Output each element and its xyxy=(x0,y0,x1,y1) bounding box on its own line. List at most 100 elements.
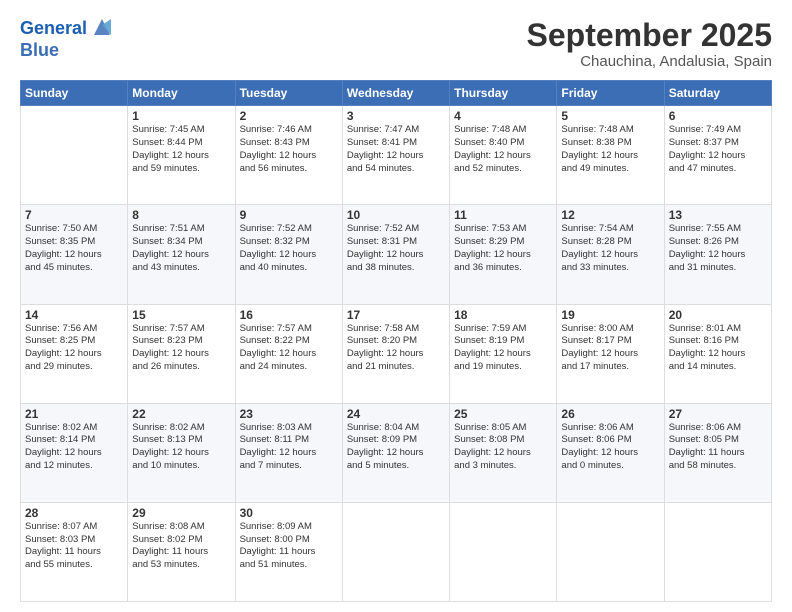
calendar-cell xyxy=(664,502,771,601)
calendar-cell: 2Sunrise: 7:46 AM Sunset: 8:43 PM Daylig… xyxy=(235,106,342,205)
day-info: Sunrise: 7:54 AM Sunset: 8:28 PM Dayligh… xyxy=(561,223,659,274)
weekday-header: Thursday xyxy=(450,81,557,106)
day-info: Sunrise: 8:01 AM Sunset: 8:16 PM Dayligh… xyxy=(669,323,767,374)
day-info: Sunrise: 7:57 AM Sunset: 8:22 PM Dayligh… xyxy=(240,323,338,374)
day-info: Sunrise: 8:02 AM Sunset: 8:14 PM Dayligh… xyxy=(25,422,123,473)
day-number: 6 xyxy=(669,109,767,123)
calendar-cell xyxy=(342,502,449,601)
calendar-cell xyxy=(557,502,664,601)
day-info: Sunrise: 8:07 AM Sunset: 8:03 PM Dayligh… xyxy=(25,521,123,572)
day-number: 13 xyxy=(669,208,767,222)
day-info: Sunrise: 7:59 AM Sunset: 8:19 PM Dayligh… xyxy=(454,323,552,374)
calendar-cell: 26Sunrise: 8:06 AM Sunset: 8:06 PM Dayli… xyxy=(557,403,664,502)
calendar-cell: 14Sunrise: 7:56 AM Sunset: 8:25 PM Dayli… xyxy=(21,304,128,403)
day-number: 28 xyxy=(25,506,123,520)
calendar-cell: 24Sunrise: 8:04 AM Sunset: 8:09 PM Dayli… xyxy=(342,403,449,502)
day-number: 21 xyxy=(25,407,123,421)
day-number: 10 xyxy=(347,208,445,222)
calendar-cell: 7Sunrise: 7:50 AM Sunset: 8:35 PM Daylig… xyxy=(21,205,128,304)
calendar-cell: 28Sunrise: 8:07 AM Sunset: 8:03 PM Dayli… xyxy=(21,502,128,601)
day-number: 29 xyxy=(132,506,230,520)
calendar-cell: 15Sunrise: 7:57 AM Sunset: 8:23 PM Dayli… xyxy=(128,304,235,403)
calendar-week-row: 7Sunrise: 7:50 AM Sunset: 8:35 PM Daylig… xyxy=(21,205,772,304)
weekday-header-row: SundayMondayTuesdayWednesdayThursdayFrid… xyxy=(21,81,772,106)
day-info: Sunrise: 7:51 AM Sunset: 8:34 PM Dayligh… xyxy=(132,223,230,274)
day-number: 24 xyxy=(347,407,445,421)
calendar-week-row: 21Sunrise: 8:02 AM Sunset: 8:14 PM Dayli… xyxy=(21,403,772,502)
weekday-header: Tuesday xyxy=(235,81,342,106)
day-info: Sunrise: 7:56 AM Sunset: 8:25 PM Dayligh… xyxy=(25,323,123,374)
logo-text1: General xyxy=(20,18,87,38)
logo-icon xyxy=(89,17,115,37)
day-number: 3 xyxy=(347,109,445,123)
calendar-cell: 5Sunrise: 7:48 AM Sunset: 8:38 PM Daylig… xyxy=(557,106,664,205)
day-number: 30 xyxy=(240,506,338,520)
day-info: Sunrise: 7:57 AM Sunset: 8:23 PM Dayligh… xyxy=(132,323,230,374)
day-number: 15 xyxy=(132,308,230,322)
day-number: 23 xyxy=(240,407,338,421)
calendar-cell: 12Sunrise: 7:54 AM Sunset: 8:28 PM Dayli… xyxy=(557,205,664,304)
day-info: Sunrise: 7:49 AM Sunset: 8:37 PM Dayligh… xyxy=(669,124,767,175)
day-info: Sunrise: 7:45 AM Sunset: 8:44 PM Dayligh… xyxy=(132,124,230,175)
calendar-cell: 1Sunrise: 7:45 AM Sunset: 8:44 PM Daylig… xyxy=(128,106,235,205)
calendar-cell: 21Sunrise: 8:02 AM Sunset: 8:14 PM Dayli… xyxy=(21,403,128,502)
calendar-cell: 16Sunrise: 7:57 AM Sunset: 8:22 PM Dayli… xyxy=(235,304,342,403)
day-number: 11 xyxy=(454,208,552,222)
calendar-cell: 23Sunrise: 8:03 AM Sunset: 8:11 PM Dayli… xyxy=(235,403,342,502)
header: General Blue September 2025 Chauchina, A… xyxy=(20,18,772,70)
calendar-cell: 25Sunrise: 8:05 AM Sunset: 8:08 PM Dayli… xyxy=(450,403,557,502)
calendar-cell: 8Sunrise: 7:51 AM Sunset: 8:34 PM Daylig… xyxy=(128,205,235,304)
day-number: 27 xyxy=(669,407,767,421)
day-info: Sunrise: 7:47 AM Sunset: 8:41 PM Dayligh… xyxy=(347,124,445,175)
calendar-cell: 27Sunrise: 8:06 AM Sunset: 8:05 PM Dayli… xyxy=(664,403,771,502)
day-info: Sunrise: 8:06 AM Sunset: 8:05 PM Dayligh… xyxy=(669,422,767,473)
weekday-header: Friday xyxy=(557,81,664,106)
calendar-week-row: 14Sunrise: 7:56 AM Sunset: 8:25 PM Dayli… xyxy=(21,304,772,403)
day-number: 2 xyxy=(240,109,338,123)
calendar-cell xyxy=(21,106,128,205)
calendar-cell: 17Sunrise: 7:58 AM Sunset: 8:20 PM Dayli… xyxy=(342,304,449,403)
day-info: Sunrise: 7:52 AM Sunset: 8:31 PM Dayligh… xyxy=(347,223,445,274)
day-info: Sunrise: 8:02 AM Sunset: 8:13 PM Dayligh… xyxy=(132,422,230,473)
calendar-week-row: 1Sunrise: 7:45 AM Sunset: 8:44 PM Daylig… xyxy=(21,106,772,205)
day-number: 20 xyxy=(669,308,767,322)
day-number: 25 xyxy=(454,407,552,421)
day-info: Sunrise: 7:48 AM Sunset: 8:40 PM Dayligh… xyxy=(454,124,552,175)
day-number: 26 xyxy=(561,407,659,421)
calendar-cell: 20Sunrise: 8:01 AM Sunset: 8:16 PM Dayli… xyxy=(664,304,771,403)
calendar-week-row: 28Sunrise: 8:07 AM Sunset: 8:03 PM Dayli… xyxy=(21,502,772,601)
weekday-header: Wednesday xyxy=(342,81,449,106)
calendar-cell: 6Sunrise: 7:49 AM Sunset: 8:37 PM Daylig… xyxy=(664,106,771,205)
day-number: 4 xyxy=(454,109,552,123)
day-number: 8 xyxy=(132,208,230,222)
calendar-cell: 13Sunrise: 7:55 AM Sunset: 8:26 PM Dayli… xyxy=(664,205,771,304)
day-number: 18 xyxy=(454,308,552,322)
day-info: Sunrise: 8:09 AM Sunset: 8:00 PM Dayligh… xyxy=(240,521,338,572)
day-number: 12 xyxy=(561,208,659,222)
calendar-cell: 9Sunrise: 7:52 AM Sunset: 8:32 PM Daylig… xyxy=(235,205,342,304)
calendar-cell: 29Sunrise: 8:08 AM Sunset: 8:02 PM Dayli… xyxy=(128,502,235,601)
calendar-cell: 30Sunrise: 8:09 AM Sunset: 8:00 PM Dayli… xyxy=(235,502,342,601)
calendar-subtitle: Chauchina, Andalusia, Spain xyxy=(527,53,772,70)
logo-text: General xyxy=(20,18,87,40)
logo: General Blue xyxy=(20,18,115,61)
calendar-cell: 19Sunrise: 8:00 AM Sunset: 8:17 PM Dayli… xyxy=(557,304,664,403)
day-number: 7 xyxy=(25,208,123,222)
calendar-cell: 4Sunrise: 7:48 AM Sunset: 8:40 PM Daylig… xyxy=(450,106,557,205)
day-info: Sunrise: 7:50 AM Sunset: 8:35 PM Dayligh… xyxy=(25,223,123,274)
day-info: Sunrise: 7:55 AM Sunset: 8:26 PM Dayligh… xyxy=(669,223,767,274)
day-info: Sunrise: 7:52 AM Sunset: 8:32 PM Dayligh… xyxy=(240,223,338,274)
day-info: Sunrise: 8:03 AM Sunset: 8:11 PM Dayligh… xyxy=(240,422,338,473)
calendar-cell: 11Sunrise: 7:53 AM Sunset: 8:29 PM Dayli… xyxy=(450,205,557,304)
day-info: Sunrise: 8:04 AM Sunset: 8:09 PM Dayligh… xyxy=(347,422,445,473)
weekday-header: Saturday xyxy=(664,81,771,106)
day-number: 16 xyxy=(240,308,338,322)
title-block: September 2025 Chauchina, Andalusia, Spa… xyxy=(527,18,772,70)
day-info: Sunrise: 8:05 AM Sunset: 8:08 PM Dayligh… xyxy=(454,422,552,473)
calendar-cell: 3Sunrise: 7:47 AM Sunset: 8:41 PM Daylig… xyxy=(342,106,449,205)
day-number: 17 xyxy=(347,308,445,322)
day-info: Sunrise: 7:58 AM Sunset: 8:20 PM Dayligh… xyxy=(347,323,445,374)
day-number: 14 xyxy=(25,308,123,322)
calendar-cell: 22Sunrise: 8:02 AM Sunset: 8:13 PM Dayli… xyxy=(128,403,235,502)
day-number: 1 xyxy=(132,109,230,123)
